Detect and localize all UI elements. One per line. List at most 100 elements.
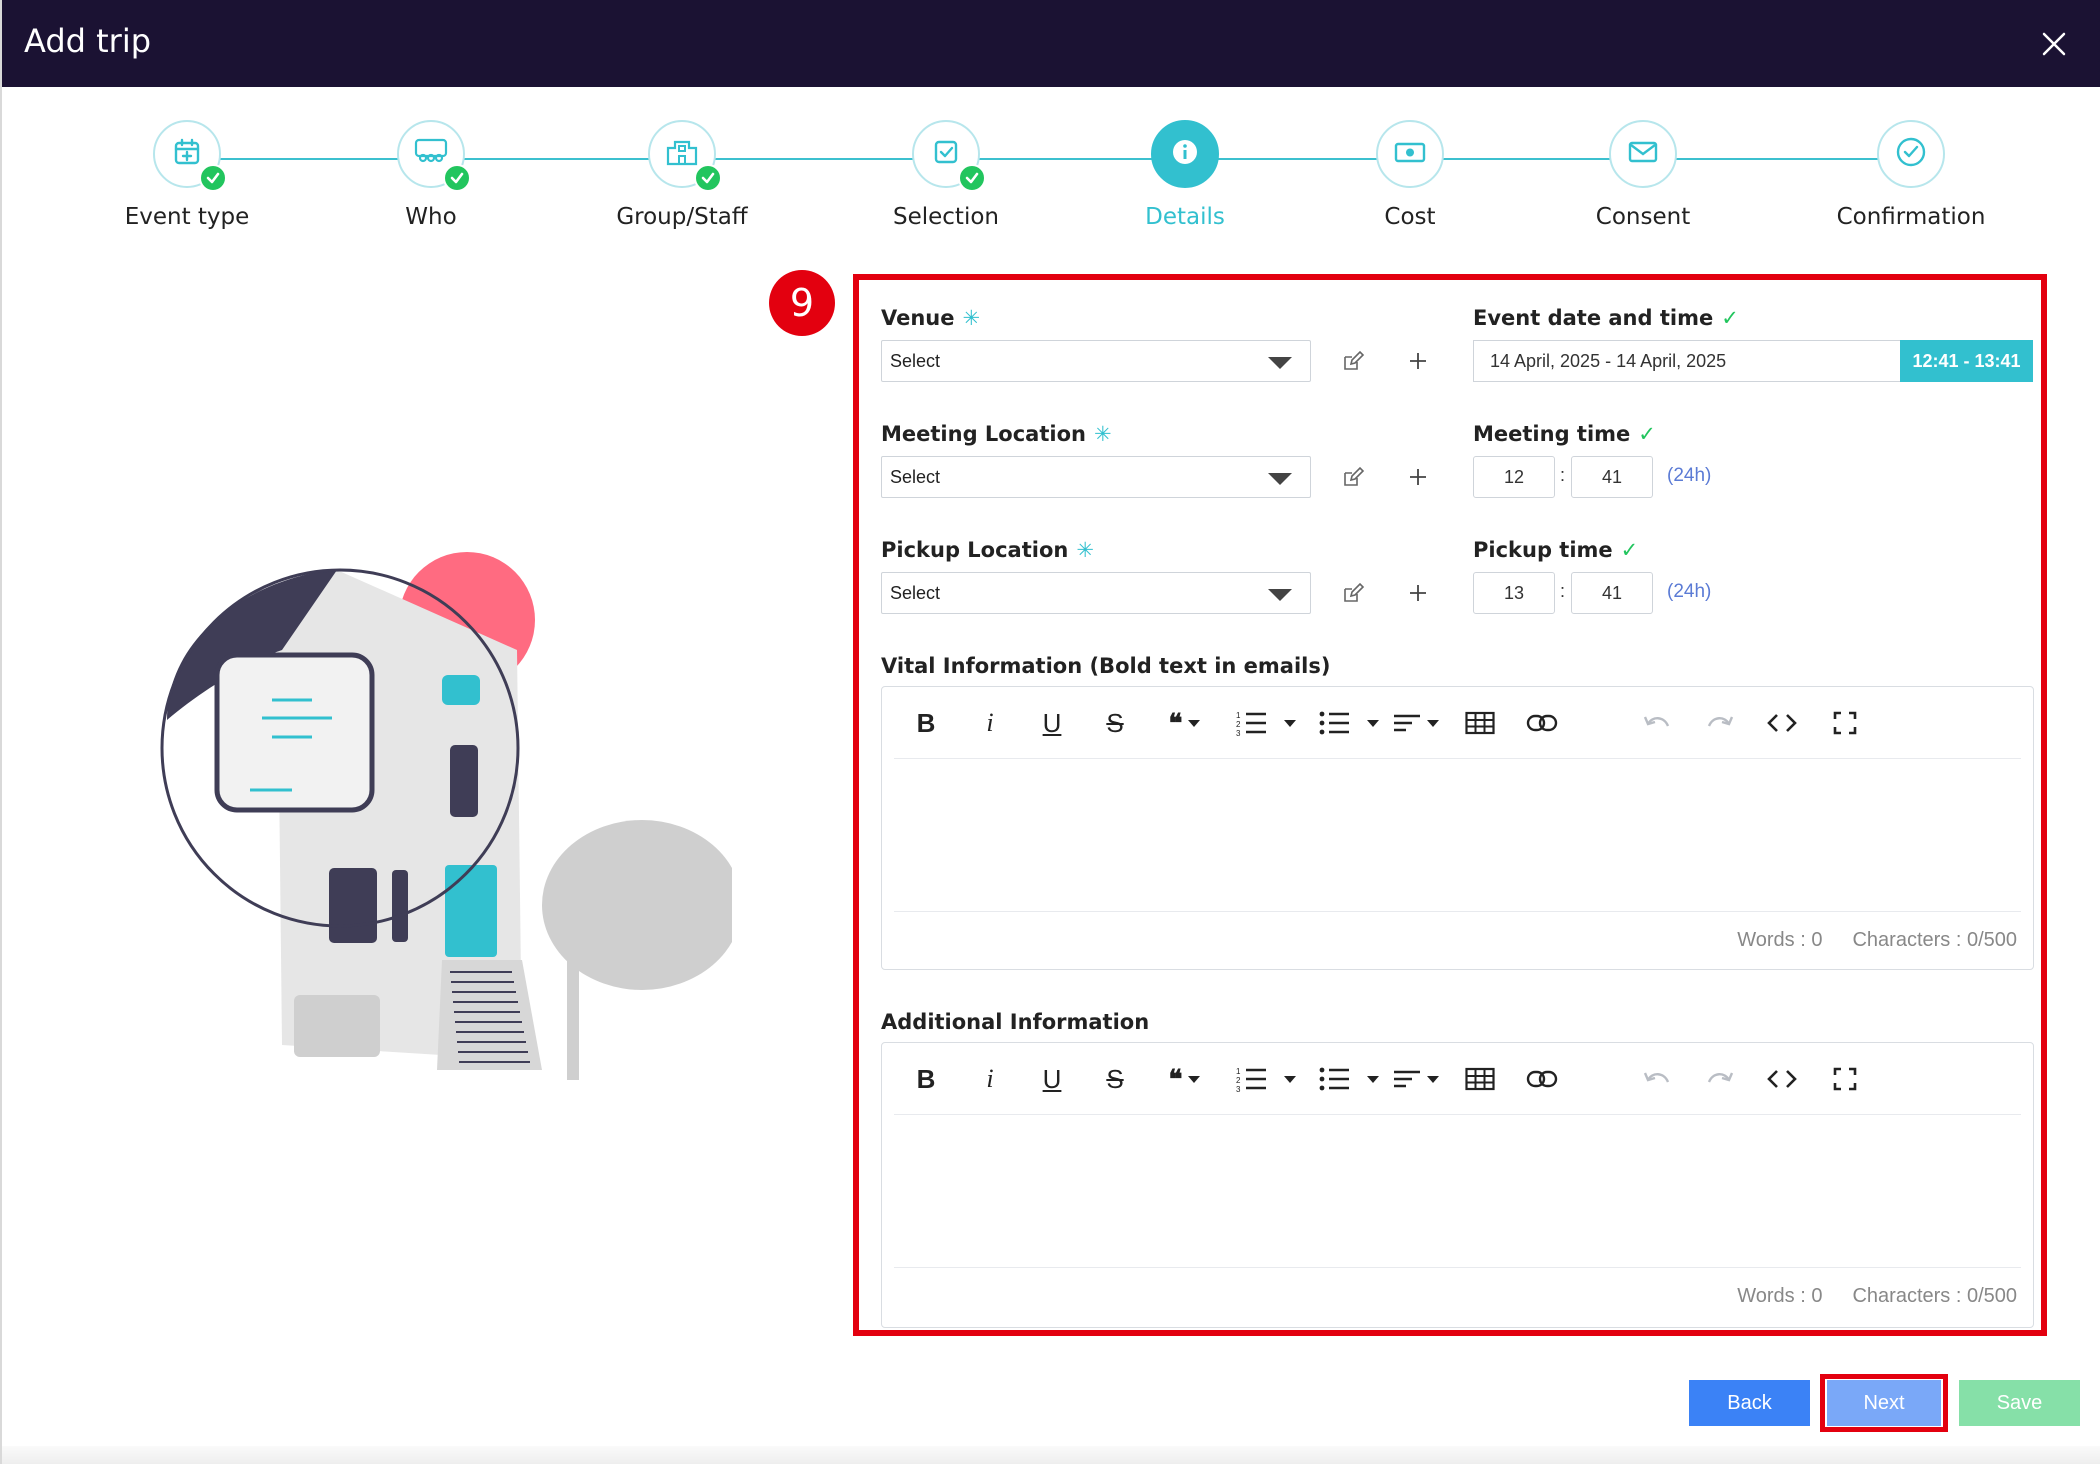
- step-complete-check-icon: [694, 164, 722, 192]
- pickup-minute-input[interactable]: 41: [1571, 572, 1653, 614]
- fullscreen-icon[interactable]: [1827, 1061, 1863, 1097]
- source-code-icon[interactable]: [1764, 1061, 1800, 1097]
- bullet-list-icon[interactable]: [1314, 1061, 1384, 1097]
- align-icon[interactable]: [1387, 705, 1443, 741]
- italic-icon[interactable]: i: [972, 705, 1008, 741]
- blockquote-icon[interactable]: ❝: [1159, 1061, 1209, 1097]
- strikethrough-icon[interactable]: S: [1097, 705, 1133, 741]
- undo-icon[interactable]: [1639, 705, 1675, 741]
- close-icon[interactable]: [2034, 24, 2074, 64]
- modal-header: Add trip: [2, 0, 2100, 87]
- step-cost[interactable]: Cost: [1300, 120, 1520, 230]
- bold-icon[interactable]: B: [908, 705, 944, 741]
- time-format-hint: (24h): [1667, 465, 1712, 486]
- underline-icon[interactable]: U: [1034, 705, 1070, 741]
- checkbox-icon: [930, 136, 962, 173]
- pickup-hour-input[interactable]: 13: [1473, 572, 1555, 614]
- event-time-range-badge[interactable]: 12:41 - 13:41: [1900, 340, 2033, 382]
- bold-icon[interactable]: B: [908, 1061, 944, 1097]
- step-label: Consent: [1595, 204, 1691, 230]
- step-label: Who: [405, 204, 457, 230]
- step-details[interactable]: Details: [1075, 120, 1295, 230]
- add-pickup-location-icon[interactable]: [1403, 578, 1433, 608]
- char-count: Characters : 0/500: [1852, 1285, 2017, 1307]
- align-icon[interactable]: [1387, 1061, 1443, 1097]
- add-trip-modal: Add trip Event type Who Group/Staff Sele…: [0, 0, 2100, 1464]
- svg-text:1: 1: [1236, 711, 1241, 720]
- pickup-time-label: Pickup time ✓: [1473, 538, 1639, 562]
- additional-info-editor-area[interactable]: [894, 1117, 2021, 1265]
- editor-divider: [894, 1267, 2021, 1268]
- word-char-count: Words : 0 Characters : 0/500: [1707, 1285, 2017, 1308]
- step-consent[interactable]: Consent: [1533, 120, 1753, 230]
- step-selection[interactable]: Selection: [836, 120, 1056, 230]
- strikethrough-icon[interactable]: S: [1097, 1061, 1133, 1097]
- pickup-location-select[interactable]: Select: [881, 572, 1311, 614]
- ordered-list-icon[interactable]: 123: [1231, 705, 1301, 741]
- info-icon: [1169, 136, 1201, 173]
- step-who[interactable]: Who: [321, 120, 541, 230]
- add-venue-icon[interactable]: [1403, 346, 1433, 376]
- undo-icon[interactable]: [1639, 1061, 1675, 1097]
- link-icon[interactable]: [1524, 1061, 1560, 1097]
- meeting-location-select[interactable]: Select: [881, 456, 1311, 498]
- italic-icon[interactable]: i: [972, 1061, 1008, 1097]
- table-icon[interactable]: [1462, 705, 1498, 741]
- time-format-hint: (24h): [1667, 581, 1712, 602]
- back-button[interactable]: Back: [1689, 1380, 1810, 1426]
- ordered-list-icon[interactable]: 123: [1231, 1061, 1301, 1097]
- redo-icon[interactable]: [1702, 1061, 1738, 1097]
- redo-icon[interactable]: [1702, 705, 1738, 741]
- step-label: Selection: [893, 204, 999, 230]
- save-button[interactable]: Save: [1959, 1380, 2080, 1426]
- chevron-down-icon: [1268, 589, 1292, 601]
- editor-toolbar: B i U S ❝ 123: [894, 1043, 2021, 1115]
- vital-info-editor-area[interactable]: [894, 761, 2021, 909]
- modal-title: Add trip: [24, 22, 152, 60]
- step-complete-check-icon: [443, 164, 471, 192]
- next-button[interactable]: Next: [1827, 1380, 1941, 1426]
- pickup-location-label: Pickup Location ✳: [881, 538, 1094, 562]
- add-meeting-location-icon[interactable]: [1403, 462, 1433, 492]
- edit-meeting-location-icon[interactable]: [1338, 462, 1368, 492]
- step-label: Details: [1145, 204, 1225, 230]
- people-icon: [412, 136, 450, 173]
- valid-check-icon: ✓: [1638, 422, 1656, 446]
- step-event-type[interactable]: Event type: [77, 120, 297, 230]
- fullscreen-icon[interactable]: [1827, 705, 1863, 741]
- editor-divider: [894, 911, 2021, 912]
- time-separator: :: [1560, 465, 1566, 485]
- svg-text:2: 2: [1236, 1076, 1241, 1085]
- meeting-time-label: Meeting time ✓: [1473, 422, 1656, 446]
- edit-pickup-location-icon[interactable]: [1338, 578, 1368, 608]
- step-label: Event type: [124, 204, 250, 230]
- editor-toolbar: B i U S ❝ 123: [894, 687, 2021, 759]
- money-icon: [1392, 136, 1428, 173]
- step-group-staff[interactable]: Group/Staff: [572, 120, 792, 230]
- step-label: Confirmation: [1836, 204, 1986, 230]
- step-complete-check-icon: [958, 164, 986, 192]
- blockquote-icon[interactable]: ❝: [1159, 705, 1209, 741]
- venue-select[interactable]: Select: [881, 340, 1311, 382]
- valid-check-icon: ✓: [1620, 538, 1639, 562]
- bullet-list-icon[interactable]: [1314, 705, 1384, 741]
- vital-info-editor: B i U S ❝ 123 Words: 0 Characters: 0/5…: [881, 686, 2034, 970]
- step-confirmation[interactable]: Confirmation: [1801, 120, 2021, 230]
- vital-info-label: Vital Information (Bold text in emails): [881, 654, 1331, 678]
- source-code-icon[interactable]: [1764, 705, 1800, 741]
- event-date-label: Event date and time ✓: [1473, 306, 1739, 330]
- underline-icon[interactable]: U: [1034, 1061, 1070, 1097]
- svg-text:3: 3: [1236, 729, 1241, 737]
- meeting-hour-input[interactable]: 12: [1473, 456, 1555, 498]
- additional-info-editor: B i U S ❝ 123 Words: 0 Characters: 0/5…: [881, 1042, 2034, 1328]
- step-number-marker: 9: [769, 270, 835, 336]
- required-icon: ✳: [962, 306, 981, 330]
- link-icon[interactable]: [1524, 705, 1560, 741]
- meeting-minute-input[interactable]: 41: [1571, 456, 1653, 498]
- wizard-stepper: Event type Who Group/Staff Selection Det…: [2, 120, 2100, 250]
- svg-text:3: 3: [1236, 1085, 1241, 1093]
- edit-venue-icon[interactable]: [1338, 346, 1368, 376]
- envelope-icon: [1626, 136, 1660, 173]
- table-icon[interactable]: [1462, 1061, 1498, 1097]
- venue-label: Venue ✳: [881, 306, 981, 330]
